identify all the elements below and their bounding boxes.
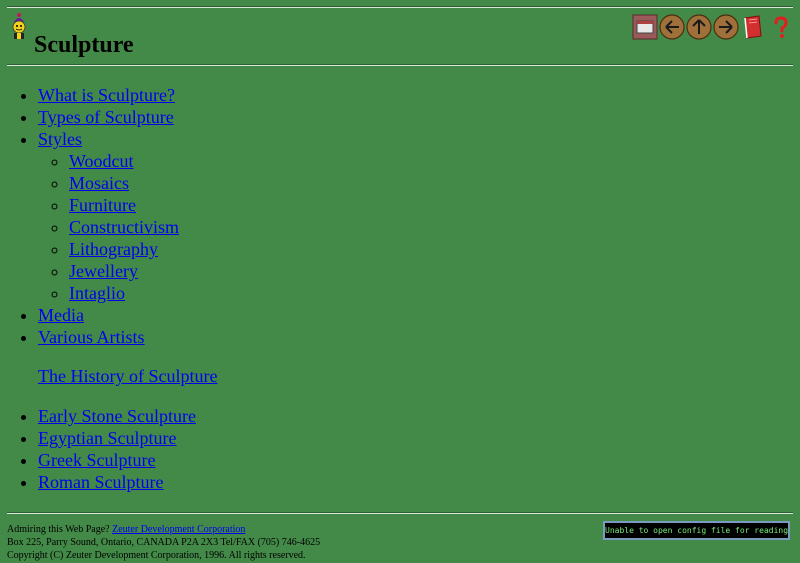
footer: Admiring this Web Page? Zeuter Developme… (7, 523, 320, 562)
link-various-artists[interactable]: Various Artists (38, 327, 145, 347)
list-item: Types of Sculpture (38, 106, 179, 128)
question-mark-icon[interactable] (767, 14, 793, 40)
link-constructivism[interactable]: Constructivism (69, 217, 179, 237)
list-item: Intaglio (69, 282, 179, 304)
page-title: Sculpture (34, 32, 134, 58)
list-item: Woodcut (69, 150, 179, 172)
link-intaglio[interactable]: Intaglio (69, 283, 125, 303)
list-item: Constructivism (69, 216, 179, 238)
link-roman-sculpture[interactable]: Roman Sculpture (38, 472, 163, 492)
link-furniture[interactable]: Furniture (69, 195, 136, 215)
list-item: Various Artists (38, 326, 179, 348)
home-frame-icon[interactable] (632, 14, 658, 40)
history-topic-list: Early Stone Sculpture Egyptian Sculpture… (0, 405, 196, 493)
book-icon[interactable] (740, 14, 766, 40)
list-item: Jewellery (69, 260, 179, 282)
link-early-stone-sculpture[interactable]: Early Stone Sculpture (38, 406, 196, 426)
link-lithography[interactable]: Lithography (69, 239, 158, 259)
link-egyptian-sculpture[interactable]: Egyptian Sculpture (38, 428, 176, 448)
status-message-box: Unable to open config file for reading (603, 521, 790, 540)
link-what-is-sculpture[interactable]: What is Sculpture? (38, 85, 175, 105)
footer-admire-line: Admiring this Web Page? Zeuter Developme… (7, 523, 320, 536)
styles-sublist: Woodcut Mosaics Furniture Constructivism… (38, 150, 179, 304)
list-item: Egyptian Sculpture (38, 427, 196, 449)
link-woodcut[interactable]: Woodcut (69, 151, 134, 171)
arrow-up-icon[interactable] (686, 14, 712, 40)
link-mosaics[interactable]: Mosaics (69, 173, 129, 193)
list-item: Styles Woodcut Mosaics Furniture Constru… (38, 128, 179, 304)
footer-copyright: Copyright (C) Zeuter Development Corpora… (7, 550, 306, 561)
link-greek-sculpture[interactable]: Greek Sculpture (38, 450, 155, 470)
list-item: Lithography (69, 238, 179, 260)
list-item: Furniture (69, 194, 179, 216)
list-item: Greek Sculpture (38, 449, 196, 471)
header-divider (7, 64, 793, 66)
main-topic-list: What is Sculpture? Types of Sculpture St… (0, 84, 179, 348)
list-item: Media (38, 304, 179, 326)
list-item: Mosaics (69, 172, 179, 194)
list-item: What is Sculpture? (38, 84, 179, 106)
link-history-of-sculpture[interactable]: The History of Sculpture (38, 366, 217, 386)
top-divider (7, 6, 793, 8)
link-types-of-sculpture[interactable]: Types of Sculpture (38, 107, 174, 127)
link-styles[interactable]: Styles (38, 129, 82, 149)
footer-divider (7, 512, 793, 514)
list-item: Roman Sculpture (38, 471, 196, 493)
history-heading: The History of Sculpture (38, 365, 217, 387)
list-item: Early Stone Sculpture (38, 405, 196, 427)
navigation-toolbar (632, 13, 794, 41)
link-media[interactable]: Media (38, 305, 84, 325)
jester-mascot-icon (9, 12, 29, 40)
footer-company-link[interactable]: Zeuter Development Corporation (112, 524, 245, 535)
link-jewellery[interactable]: Jewellery (69, 261, 138, 281)
footer-address: Box 225, Parry Sound, Ontario, CANADA P2… (7, 537, 321, 548)
arrow-left-icon[interactable] (659, 14, 685, 40)
footer-admire-text: Admiring this Web Page? (7, 524, 110, 535)
arrow-right-icon[interactable] (713, 14, 739, 40)
